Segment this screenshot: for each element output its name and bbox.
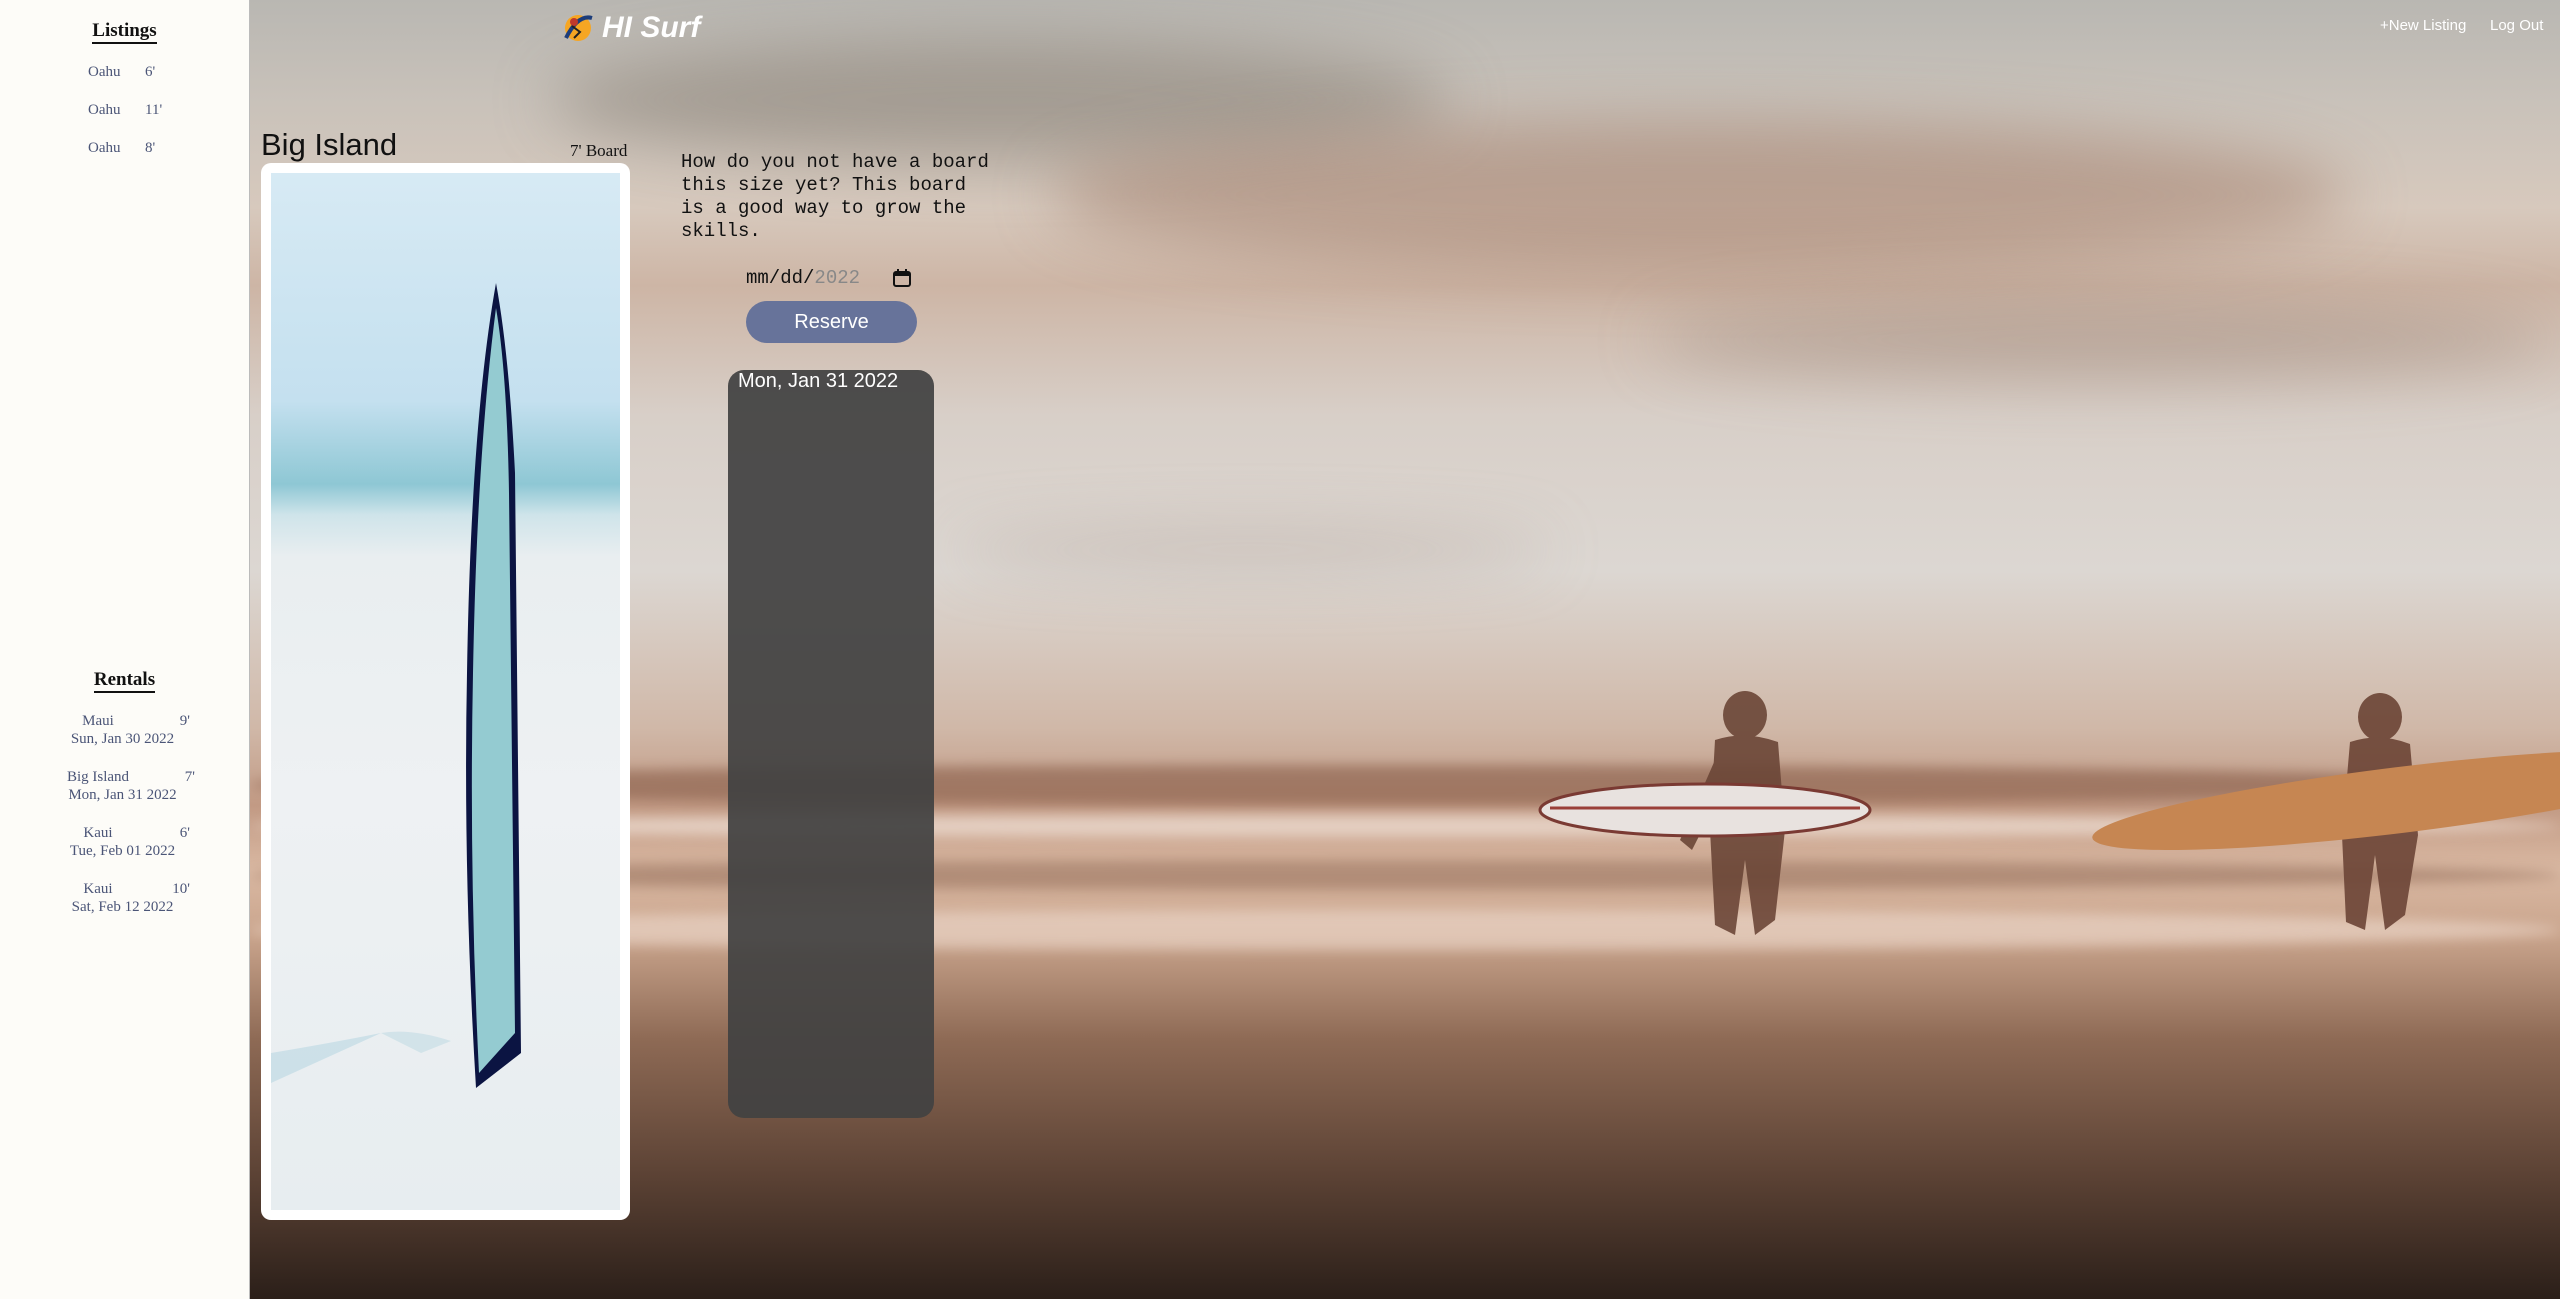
new-listing-link[interactable]: +New Listing	[2380, 17, 2466, 34]
date-placeholder-mmdd: mm/dd/	[746, 267, 815, 289]
brand[interactable]: HI Surf	[560, 10, 700, 46]
surfer-logo-icon	[564, 15, 593, 41]
rentals-title-link[interactable]: Rentals	[93, 669, 156, 693]
listing-size: 8'	[145, 140, 156, 156]
listings-title-link[interactable]: Listings	[92, 20, 157, 44]
reservation-date-input[interactable]: mm/dd/2022	[746, 263, 920, 293]
rental-date: Sat, Feb 12 2022	[71, 899, 174, 915]
rental-size: 10'	[172, 881, 190, 897]
sidebar: Listings Oahu 6' Oahu 11' Oahu 8' Rental…	[0, 0, 250, 1299]
board-photo	[271, 173, 620, 1210]
date-placeholder-year: 2022	[814, 267, 861, 289]
rentals-title: Rentals	[0, 669, 249, 693]
listing-location: Oahu	[88, 140, 121, 156]
cloud	[950, 530, 1550, 570]
rental-date: Tue, Feb 01 2022	[69, 843, 176, 859]
listing-size: 11'	[145, 102, 163, 118]
rental-date: Mon, Jan 31 2022	[68, 787, 177, 803]
listing-title: Big Island	[261, 127, 398, 162]
board-image-frame	[261, 163, 630, 1220]
booked-date: Mon, Jan 31 2022	[738, 370, 899, 392]
rental-date: Sun, Jan 30 2022	[70, 731, 175, 747]
listing-board-size: 7' Board	[570, 141, 628, 160]
log-out-link[interactable]: Log Out	[2490, 17, 2543, 34]
listing-location: Oahu	[88, 102, 121, 118]
calendar-icon[interactable]	[892, 268, 912, 288]
listing-size: 6'	[145, 64, 156, 80]
brand-name: HI Surf	[602, 11, 701, 44]
rental-size: 7'	[184, 769, 195, 785]
surfboard-image	[271, 283, 521, 1088]
rental-size: 9'	[179, 713, 190, 729]
cloud	[1650, 300, 2550, 380]
reserve-button[interactable]: Reserve	[746, 301, 917, 343]
rental-size: 6'	[179, 825, 190, 841]
listing-location: Oahu	[88, 64, 121, 80]
surfers-photo	[1538, 691, 2560, 935]
listing-description: How do you not have a board this size ye…	[681, 151, 989, 242]
cloud	[1050, 120, 2350, 270]
booked-dates-panel: Mon, Jan 31 2022	[728, 370, 934, 1118]
listings-title: Listings	[0, 20, 249, 44]
